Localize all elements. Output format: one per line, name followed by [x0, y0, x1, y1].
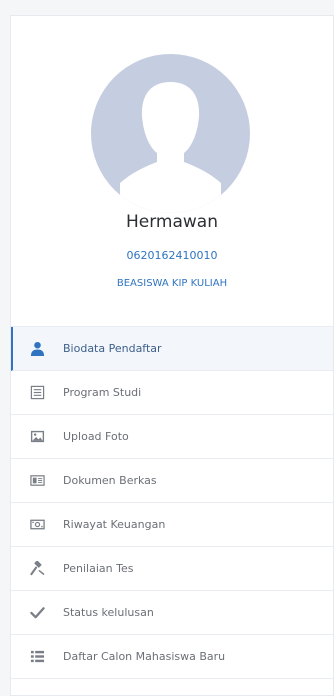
sidebar-menu: Biodata Pendaftar Program Studi Upload F…: [11, 326, 333, 679]
profile-sidebar: Hermawan 0620162410010 BEASISWA KIP KULI…: [10, 15, 334, 696]
sidebar-item-label: Status kelulusan: [63, 606, 154, 619]
avatar: [91, 54, 250, 213]
image-icon: [29, 429, 45, 445]
check-icon: [29, 605, 45, 621]
user-icon: [29, 341, 45, 357]
sidebar-item-label: Riwayat Keuangan: [63, 518, 166, 531]
money-icon: [29, 517, 45, 533]
sidebar-item-biodata-pendaftar[interactable]: Biodata Pendaftar: [11, 327, 333, 371]
sidebar-item-penilaian-tes[interactable]: Penilaian Tes: [11, 547, 333, 591]
avatar-placeholder-icon: [120, 82, 221, 213]
gavel-icon: [29, 561, 45, 577]
sidebar-item-label: Daftar Calon Mahasiswa Baru: [63, 650, 226, 663]
sidebar-item-status-kelulusan[interactable]: Status kelulusan: [11, 591, 333, 635]
sidebar-item-label: Biodata Pendaftar: [63, 342, 162, 355]
profile-nim: 0620162410010: [126, 249, 218, 262]
sidebar-item-daftar-calon-mahasiswa-baru[interactable]: Daftar Calon Mahasiswa Baru: [11, 635, 333, 679]
sidebar-item-label: Penilaian Tes: [63, 562, 134, 575]
sidebar-item-dokumen-berkas[interactable]: Dokumen Berkas: [11, 459, 333, 503]
sidebar-item-program-studi[interactable]: Program Studi: [11, 371, 333, 415]
profile-name: Hermawan: [125, 212, 218, 232]
profile-program: BEASISWA KIP KULIAH: [116, 278, 228, 289]
sidebar-item-label: Program Studi: [63, 386, 142, 399]
document-icon: [29, 473, 45, 489]
list-bullet-icon: [29, 649, 45, 665]
sidebar-item-riwayat-keuangan[interactable]: Riwayat Keuangan: [11, 503, 333, 547]
sidebar-item-label: Dokumen Berkas: [63, 474, 157, 487]
list-icon: [29, 385, 45, 401]
sidebar-item-label: Upload Foto: [63, 430, 129, 443]
sidebar-item-upload-foto[interactable]: Upload Foto: [11, 415, 333, 459]
